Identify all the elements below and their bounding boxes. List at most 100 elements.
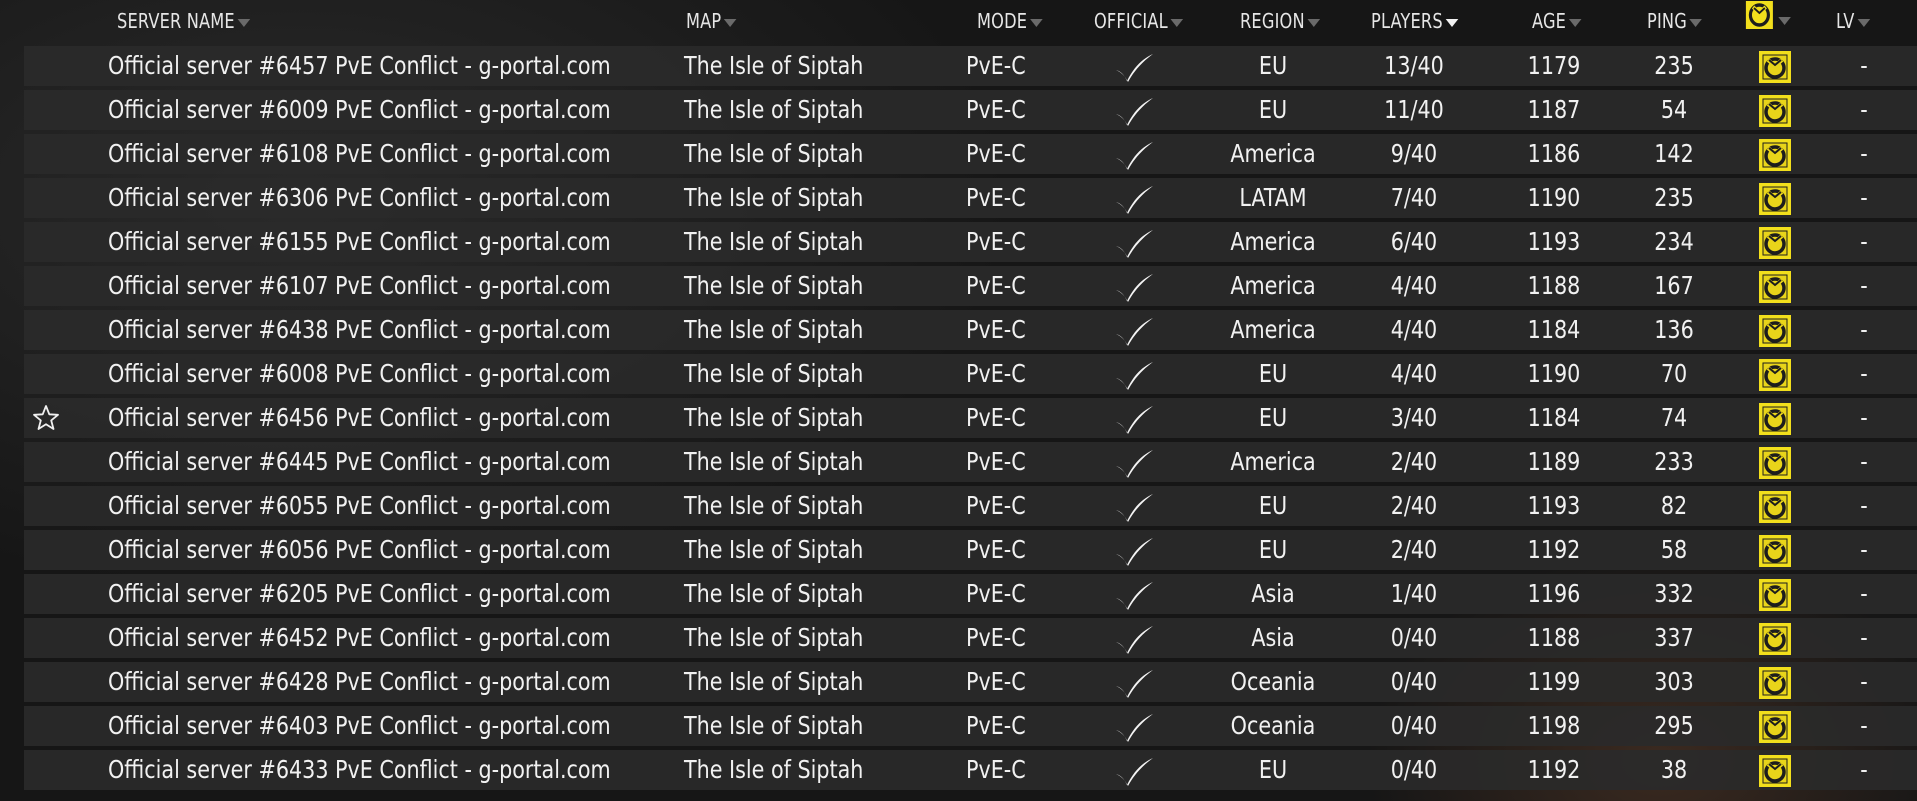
server-age: 1196 — [1527, 579, 1581, 608]
mod-icon[interactable] — [1758, 490, 1792, 524]
mod-icon[interactable] — [1758, 138, 1792, 172]
mod-icon[interactable] — [1758, 182, 1792, 216]
mod-icon[interactable] — [1758, 578, 1792, 612]
server-age: 1193 — [1527, 227, 1581, 256]
server-players: 0/40 — [1390, 755, 1438, 784]
server-name: Official server #6155 PvE Conflict - g-p… — [108, 227, 611, 256]
server-age: 1188 — [1527, 623, 1581, 652]
server-row[interactable]: Official server #6205 PvE Conflict - g-p… — [24, 574, 1917, 614]
server-name: Official server #6056 PvE Conflict - g-p… — [108, 535, 611, 564]
mod-icon[interactable] — [1758, 226, 1792, 260]
server-row[interactable]: Official server #6452 PvE Conflict - g-p… — [24, 618, 1917, 658]
server-map: The Isle of Siptah — [684, 667, 864, 696]
mod-icon[interactable] — [1758, 534, 1792, 568]
server-row[interactable]: Official server #6008 PvE Conflict - g-p… — [24, 354, 1917, 394]
server-mode: PvE-C — [966, 359, 1026, 388]
server-row[interactable]: Official server #6445 PvE Conflict - g-p… — [24, 442, 1917, 482]
server-row[interactable]: Official server #6108 PvE Conflict - g-p… — [24, 134, 1917, 174]
server-ping: 58 — [1660, 535, 1688, 564]
server-ping: 54 — [1660, 95, 1688, 124]
server-players: 4/40 — [1390, 271, 1438, 300]
server-region: America — [1230, 315, 1316, 344]
server-name: Official server #6306 PvE Conflict - g-p… — [108, 183, 611, 212]
col-header-ping[interactable]: PING — [1647, 8, 1703, 34]
server-ping: 82 — [1660, 491, 1688, 520]
server-region: LATAM — [1239, 183, 1307, 212]
server-row[interactable]: Official server #6055 PvE Conflict - g-p… — [24, 486, 1917, 526]
server-region: EU — [1258, 491, 1288, 520]
mod-icon[interactable] — [1758, 710, 1792, 744]
server-map: The Isle of Siptah — [684, 755, 864, 784]
checkmark-icon — [1116, 142, 1153, 170]
server-lv: - — [1860, 623, 1868, 652]
server-lv: - — [1860, 491, 1868, 520]
checkmark-icon — [1116, 362, 1153, 390]
server-row[interactable]: Official server #6428 PvE Conflict - g-p… — [24, 662, 1917, 702]
mod-icon[interactable] — [1758, 446, 1792, 480]
col-header-server-name[interactable]: SERVER NAME — [117, 8, 251, 34]
mod-icon[interactable] — [1758, 270, 1792, 304]
mod-icon[interactable] — [1758, 50, 1792, 84]
server-row[interactable]: Official server #6107 PvE Conflict - g-p… — [24, 266, 1917, 306]
server-row[interactable]: Official server #6009 PvE Conflict - g-p… — [24, 90, 1917, 130]
server-row[interactable]: Official server #6438 PvE Conflict - g-p… — [24, 310, 1917, 350]
col-header-age[interactable]: AGE — [1532, 8, 1582, 34]
col-header-mode[interactable]: MODE — [977, 8, 1043, 34]
server-ping: 167 — [1654, 271, 1694, 300]
server-mode: PvE-C — [966, 227, 1026, 256]
server-region: EU — [1258, 95, 1288, 124]
server-name: Official server #6403 PvE Conflict - g-p… — [108, 711, 611, 740]
col-header-lv[interactable]: LV — [1836, 8, 1870, 34]
server-age: 1187 — [1527, 95, 1581, 124]
server-row[interactable]: Official server #6457 PvE Conflict - g-p… — [24, 46, 1917, 86]
server-lv: - — [1860, 227, 1868, 256]
server-mode: PvE-C — [966, 183, 1026, 212]
mod-icon[interactable] — [1758, 402, 1792, 436]
server-map: The Isle of Siptah — [684, 491, 864, 520]
mod-icon[interactable] — [1758, 358, 1792, 392]
star-outline-icon[interactable] — [32, 404, 60, 432]
server-row[interactable]: Official server #6306 PvE Conflict - g-p… — [24, 178, 1917, 218]
checkmark-icon — [1116, 186, 1153, 214]
server-row[interactable]: Official server #6155 PvE Conflict - g-p… — [24, 222, 1917, 262]
col-header-region[interactable]: REGION — [1240, 8, 1321, 34]
mod-icon[interactable] — [1758, 94, 1792, 128]
server-name: Official server #6428 PvE Conflict - g-p… — [108, 667, 611, 696]
col-header-mods[interactable] — [1745, 1, 1799, 34]
server-mode: PvE-C — [966, 711, 1026, 740]
mod-icon[interactable] — [1758, 314, 1792, 348]
server-mode: PvE-C — [966, 95, 1026, 124]
checkmark-icon — [1116, 406, 1153, 434]
server-row[interactable]: Official server #6403 PvE Conflict - g-p… — [24, 706, 1917, 746]
server-age: 1192 — [1527, 535, 1581, 564]
server-lv: - — [1860, 51, 1868, 80]
server-ping: 235 — [1654, 183, 1694, 212]
server-ping: 136 — [1654, 315, 1694, 344]
mod-icon[interactable] — [1758, 622, 1792, 656]
server-players: 1/40 — [1390, 579, 1438, 608]
sort-caret-icon — [1568, 18, 1582, 27]
col-header-label: MODE — [977, 9, 1028, 33]
server-map: The Isle of Siptah — [684, 359, 864, 388]
checkmark-icon — [1116, 494, 1153, 522]
server-name: Official server #6445 PvE Conflict - g-p… — [108, 447, 611, 476]
server-map: The Isle of Siptah — [684, 227, 864, 256]
server-region: America — [1230, 227, 1316, 256]
server-ping: 332 — [1654, 579, 1694, 608]
col-header-map[interactable]: MAP — [686, 8, 737, 34]
server-mode: PvE-C — [966, 447, 1026, 476]
server-ping: 234 — [1654, 227, 1694, 256]
server-row[interactable]: Official server #6433 PvE Conflict - g-p… — [24, 750, 1917, 790]
sort-caret-icon — [1170, 18, 1184, 27]
col-header-official[interactable]: OFFICIAL — [1094, 8, 1184, 34]
server-row[interactable]: Official server #6456 PvE Conflict - g-p… — [24, 398, 1917, 438]
mod-icon[interactable] — [1758, 754, 1792, 788]
server-name: Official server #6009 PvE Conflict - g-p… — [108, 95, 611, 124]
server-region: Oceania — [1230, 711, 1316, 740]
server-players: 0/40 — [1390, 711, 1438, 740]
col-header-players[interactable]: PLAYERS — [1371, 8, 1459, 34]
checkmark-icon — [1116, 626, 1153, 654]
server-row[interactable]: Official server #6056 PvE Conflict - g-p… — [24, 530, 1917, 570]
server-region: EU — [1258, 359, 1288, 388]
mod-icon[interactable] — [1758, 666, 1792, 700]
